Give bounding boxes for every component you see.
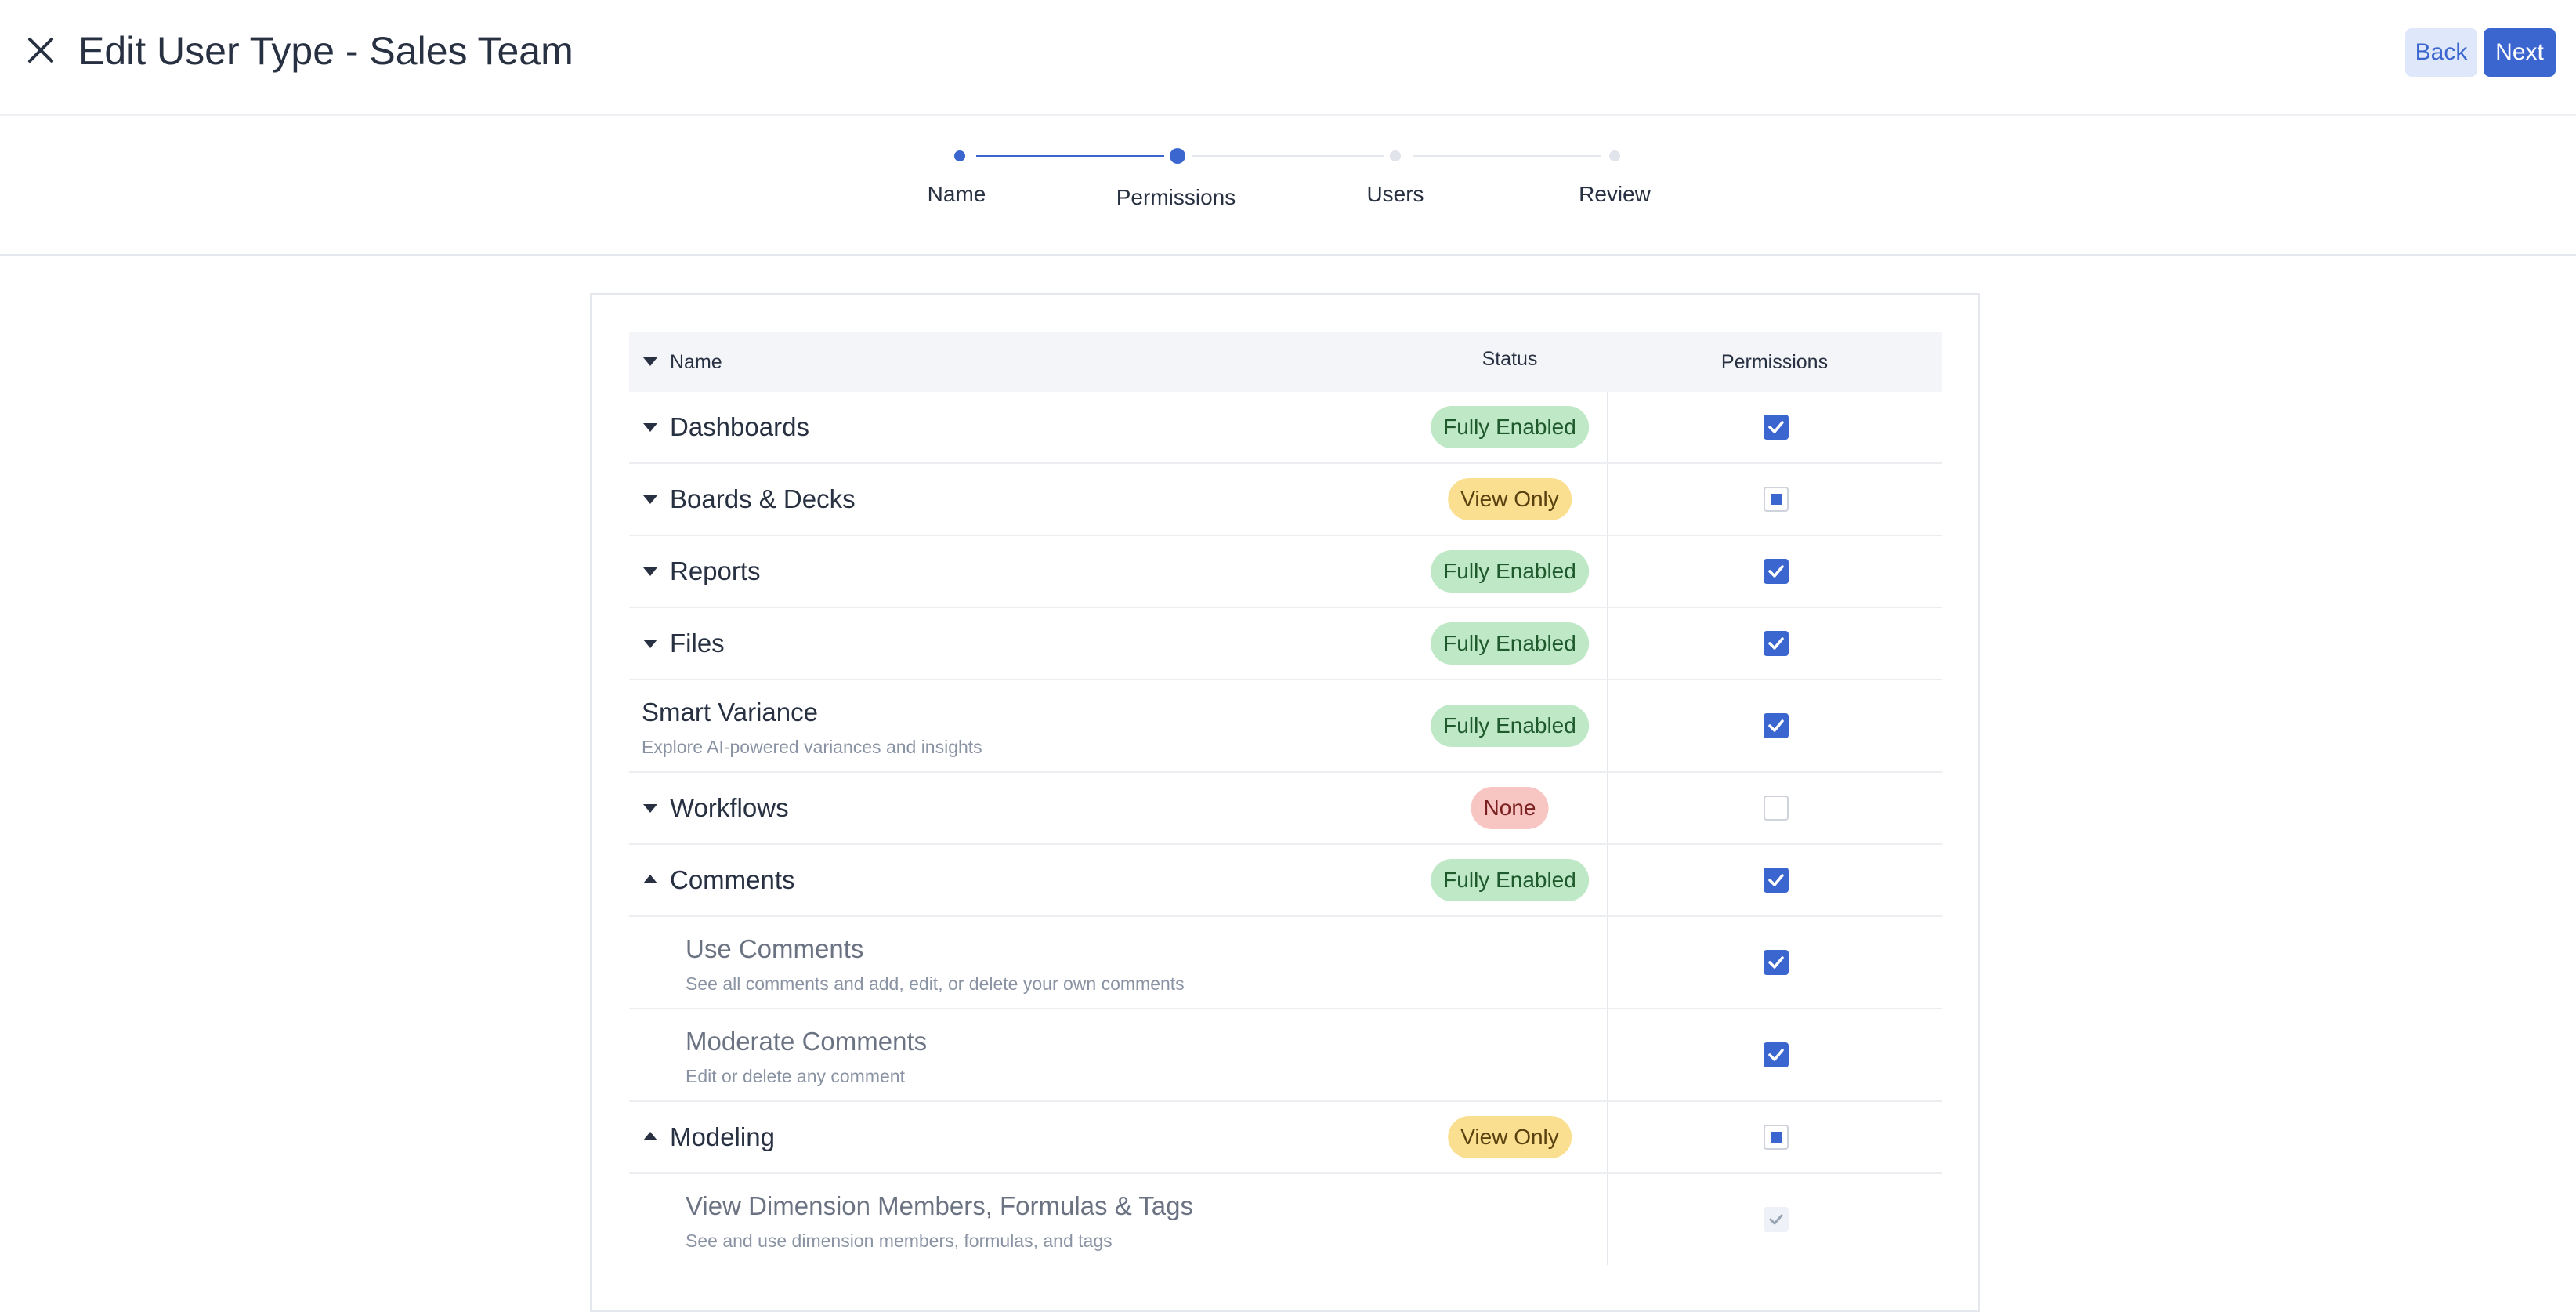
status-cell — [1413, 917, 1607, 1008]
table-row: Moderate Comments Edit or delete any com… — [629, 1009, 1942, 1102]
row-name: Modeling — [670, 1122, 775, 1151]
status-badge: View Only — [1448, 1116, 1572, 1158]
permission-checkbox[interactable] — [1764, 1042, 1789, 1067]
step-label-permissions[interactable]: Permissions — [1116, 185, 1236, 210]
permission-cell — [1607, 392, 1944, 462]
permission-cell — [1607, 773, 1944, 843]
step-connector — [976, 155, 1164, 157]
row-name: Files — [670, 629, 725, 658]
row-description: See and use dimension members, formulas,… — [686, 1230, 1113, 1251]
status-cell: View Only — [1413, 464, 1607, 535]
table-row: Comments Fully Enabled — [629, 845, 1942, 917]
table-row: Smart Variance Explore AI-powered varian… — [629, 680, 1942, 773]
permission-cell — [1607, 464, 1944, 535]
row-name: Boards & Decks — [670, 484, 856, 513]
expand-caret-icon[interactable] — [643, 804, 657, 813]
status-badge: Fully Enabled — [1431, 705, 1589, 747]
permission-cell — [1607, 1009, 1944, 1100]
status-badge: Fully Enabled — [1431, 622, 1589, 665]
table-row: View Dimension Members, Formulas & Tags … — [629, 1174, 1942, 1265]
page-header: Edit User Type - Sales Team Back Next — [0, 0, 2576, 116]
column-header-name[interactable]: Name — [670, 332, 722, 392]
column-header-permissions: Permissions — [1720, 351, 1829, 373]
permission-checkbox[interactable] — [1764, 631, 1789, 656]
expand-caret-icon[interactable] — [643, 423, 657, 432]
permission-cell — [1607, 917, 1944, 1008]
status-cell: Fully Enabled — [1413, 845, 1607, 915]
step-label-review[interactable]: Review — [1579, 182, 1651, 207]
permission-checkbox[interactable] — [1764, 950, 1789, 975]
permission-cell — [1607, 536, 1944, 607]
permission-checkbox[interactable] — [1764, 559, 1789, 584]
permission-checkbox[interactable] — [1764, 487, 1789, 512]
row-name: Dashboards — [670, 412, 809, 441]
step-connector — [1413, 155, 1601, 157]
permission-checkbox[interactable] — [1764, 713, 1789, 738]
status-cell — [1413, 1174, 1607, 1265]
table-row: Dashboards Fully Enabled — [629, 392, 1942, 464]
permission-cell — [1607, 608, 1944, 679]
close-icon[interactable] — [22, 31, 60, 69]
row-name: View Dimension Members, Formulas & Tags — [686, 1191, 1194, 1220]
row-description: See all comments and add, edit, or delet… — [686, 973, 1185, 994]
expand-caret-icon[interactable] — [643, 567, 657, 576]
permission-cell — [1607, 680, 1944, 771]
status-badge: None — [1471, 787, 1549, 829]
permission-cell — [1607, 1102, 1944, 1172]
status-badge: View Only — [1448, 478, 1572, 520]
back-button[interactable]: Back — [2405, 28, 2477, 77]
status-badge: Fully Enabled — [1431, 406, 1589, 448]
table-header: Name Status Permissions — [629, 332, 1942, 392]
status-badge: Fully Enabled — [1431, 550, 1589, 593]
next-button[interactable]: Next — [2484, 28, 2556, 77]
table-row: Reports Fully Enabled — [629, 536, 1942, 608]
column-header-status: Status — [1482, 348, 1538, 370]
expand-caret-icon[interactable] — [643, 495, 657, 504]
status-cell: View Only — [1413, 1102, 1607, 1172]
step-connector — [1192, 155, 1384, 157]
permission-checkbox[interactable] — [1764, 415, 1789, 440]
wizard-stepper: Name Permissions Users Review — [0, 116, 2576, 256]
status-cell: Fully Enabled — [1413, 608, 1607, 679]
row-name: Workflows — [670, 793, 789, 822]
permission-cell — [1607, 845, 1944, 915]
expand-caret-icon[interactable] — [643, 640, 657, 648]
permission-checkbox-disabled — [1764, 1207, 1789, 1232]
row-description: Edit or delete any comment — [686, 1066, 905, 1086]
table-row: Modeling View Only — [629, 1102, 1942, 1174]
table-row: Use Comments See all comments and add, e… — [629, 917, 1942, 1009]
page-title: Edit User Type - Sales Team — [78, 29, 573, 73]
status-cell — [1413, 1009, 1607, 1100]
step-label-users[interactable]: Users — [1366, 182, 1424, 207]
table-row: Boards & Decks View Only — [629, 464, 1942, 536]
step-dot-review[interactable] — [1609, 150, 1620, 161]
row-description: Explore AI-powered variances and insight… — [642, 737, 982, 757]
status-cell: Fully Enabled — [1413, 392, 1607, 462]
permission-cell — [1607, 1174, 1944, 1265]
row-name: Comments — [670, 865, 795, 894]
status-cell: None — [1413, 773, 1607, 843]
step-label-name[interactable]: Name — [928, 182, 986, 207]
table-row: Files Fully Enabled — [629, 608, 1942, 680]
step-dot-permissions[interactable] — [1170, 148, 1185, 164]
permission-checkbox[interactable] — [1764, 868, 1789, 893]
collapse-all-caret-icon[interactable] — [643, 357, 657, 366]
status-cell: Fully Enabled — [1413, 536, 1607, 607]
step-dot-name[interactable] — [954, 150, 965, 161]
status-badge: Fully Enabled — [1431, 859, 1589, 901]
permissions-table: Name Status Permissions Dashboards Fully… — [629, 332, 1942, 1265]
permission-checkbox[interactable] — [1764, 1125, 1789, 1150]
row-name: Reports — [670, 556, 761, 585]
row-name: Moderate Comments — [686, 1027, 928, 1056]
collapse-caret-icon[interactable] — [643, 1132, 657, 1140]
permissions-panel: Name Status Permissions Dashboards Fully… — [590, 293, 1980, 1312]
row-name: Use Comments — [686, 934, 864, 963]
permission-checkbox[interactable] — [1764, 796, 1789, 821]
status-cell: Fully Enabled — [1413, 680, 1607, 771]
collapse-caret-icon[interactable] — [643, 875, 657, 883]
step-dot-users[interactable] — [1390, 150, 1401, 161]
table-row: Workflows None — [629, 773, 1942, 845]
row-name: Smart Variance — [642, 698, 818, 727]
